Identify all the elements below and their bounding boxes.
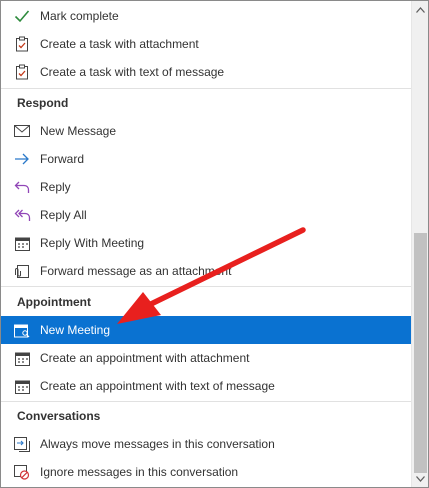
menu-item-new-meeting[interactable]: New Meeting: [1, 316, 411, 344]
task-clipboard-icon: [13, 36, 31, 52]
calendar-people-icon: [13, 322, 31, 338]
menu-item-label: Forward message as an attachment: [40, 264, 232, 278]
menu-item-label: Reply With Meeting: [40, 236, 145, 250]
scrollbar-thumb[interactable]: [414, 233, 427, 473]
calendar-icon: [13, 235, 31, 251]
reply-arrow-icon: [13, 179, 31, 195]
task-clipboard-icon: [13, 64, 31, 80]
menu-item-new-message[interactable]: New Message: [1, 117, 411, 145]
move-conversation-icon: [13, 436, 31, 452]
section-header-conversations: Conversations: [17, 409, 101, 423]
menu-item-label: Ignore messages in this conversation: [40, 465, 239, 479]
menu-item-label: Create a task with attachment: [40, 37, 199, 51]
section-divider: [1, 286, 411, 287]
menu-item-create-task-text[interactable]: Create a task with text of message: [1, 58, 411, 86]
menu-item-mark-complete[interactable]: Mark complete: [1, 2, 411, 30]
forward-arrow-icon: [13, 151, 31, 167]
envelope-icon: [13, 123, 31, 139]
section-header-appointment: Appointment: [17, 295, 91, 309]
menu-item-label: New Meeting: [40, 323, 111, 337]
calendar-icon: [13, 350, 31, 366]
quick-steps-menu-panel: Mark complete Create a task with attachm…: [0, 0, 429, 488]
menu-item-reply[interactable]: Reply: [1, 173, 411, 201]
menu-item-label: Create a task with text of message: [40, 65, 225, 79]
vertical-scrollbar[interactable]: [411, 1, 428, 487]
scroll-down-arrow-icon[interactable]: [412, 470, 428, 487]
menu-item-forward[interactable]: Forward: [1, 145, 411, 173]
forward-attachment-icon: [13, 263, 31, 279]
menu-item-reply-all[interactable]: Reply All: [1, 201, 411, 229]
scroll-up-arrow-icon[interactable]: [412, 1, 428, 18]
menu-item-label: Always move messages in this conversatio…: [40, 437, 275, 451]
menu-item-label: Forward: [40, 152, 85, 166]
menu-item-label: Create an appointment with text of messa…: [40, 379, 275, 393]
calendar-icon: [13, 378, 31, 394]
menu-item-label: Create an appointment with attachment: [40, 351, 250, 365]
section-header-respond: Respond: [17, 96, 69, 110]
reply-all-arrow-icon: [13, 207, 31, 223]
ignore-conversation-icon: [13, 464, 31, 480]
menu-item-create-task-attachment[interactable]: Create a task with attachment: [1, 30, 411, 58]
menu-item-reply-with-meeting[interactable]: Reply With Meeting: [1, 229, 411, 257]
menu-item-forward-as-attachment[interactable]: Forward message as an attachment: [1, 257, 411, 285]
menu-item-create-appointment-attachment[interactable]: Create an appointment with attachment: [1, 344, 411, 372]
menu-item-label: New Message: [40, 124, 117, 138]
menu-item-label: Mark complete: [40, 9, 119, 23]
menu-item-always-move-conversation[interactable]: Always move messages in this conversatio…: [1, 430, 411, 458]
menu-item-label: Reply All: [40, 208, 87, 222]
checkmark-icon: [13, 8, 31, 24]
section-divider: [1, 401, 411, 402]
menu-item-create-appointment-text[interactable]: Create an appointment with text of messa…: [1, 372, 411, 400]
menu-item-label: Reply: [40, 180, 71, 194]
menu-item-ignore-conversation[interactable]: Ignore messages in this conversation: [1, 458, 411, 486]
section-divider: [1, 88, 411, 89]
